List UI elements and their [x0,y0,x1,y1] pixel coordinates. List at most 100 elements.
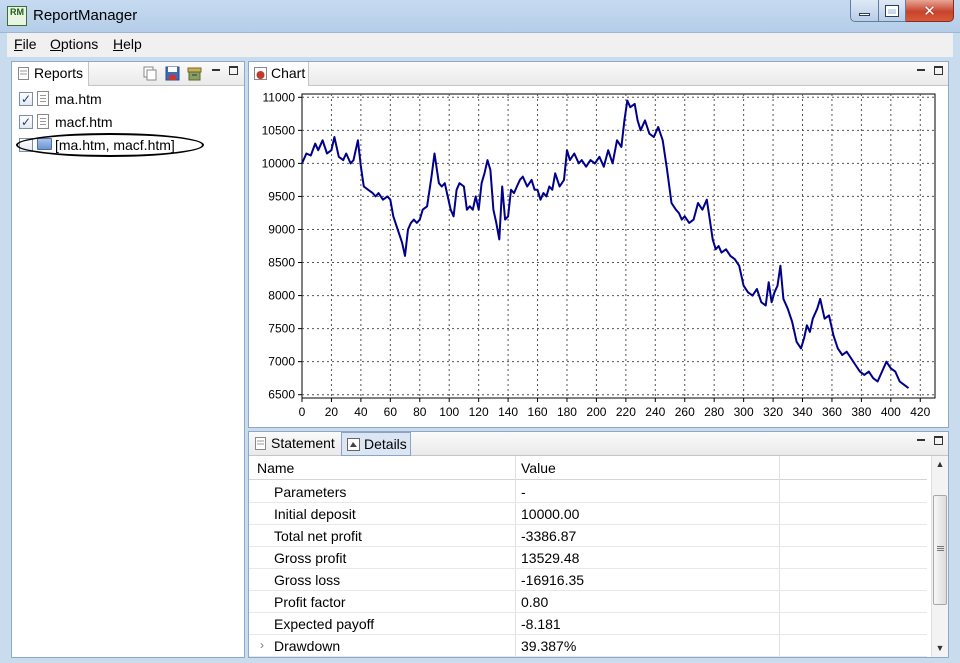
column-header-value[interactable]: Value [521,460,556,476]
equity-chart: 0 20 40 60 80 100 120 140 160 180 200 220 240 260 280 3… [262,90,936,419]
x-tick-label: 420 [910,405,930,419]
scroll-down-icon[interactable]: ▼ [932,640,948,657]
column-header-name[interactable]: Name [257,460,294,476]
chart-tab-icon [254,67,267,80]
y-tick-label: 6500 [268,388,295,402]
copy-icon[interactable] [143,66,158,81]
tab-statement[interactable]: Statement [249,432,341,456]
row-name: Expected payoff [274,616,375,632]
menu-help[interactable]: Help [113,36,142,52]
x-tick-label: 220 [616,405,636,419]
table-header: Name Value [249,456,927,480]
x-tick-label: 200 [586,405,606,419]
menu-file[interactable]: File [14,36,37,52]
reports-tab-icon [18,67,29,80]
table-row[interactable]: Expected payoff -8.181 [249,613,927,635]
x-tick-label: 320 [763,405,783,419]
chart-panel-header: Chart [249,62,948,86]
maximize-icon [885,4,899,17]
report-checkbox-macf[interactable]: ✓ [19,115,33,129]
row-value: -3386.87 [521,528,577,544]
document-icon [37,91,49,106]
table-row[interactable]: Parameters - [249,481,927,503]
x-tick-label: 60 [384,405,398,419]
report-item-ma[interactable]: ✓ ma.htm [12,89,242,111]
close-icon: ✕ [923,2,936,20]
x-tick-label: 180 [557,405,577,419]
menu-options[interactable]: Options [50,36,98,52]
details-maximize-button[interactable] [934,436,943,445]
row-name: Gross profit [274,550,347,566]
tab-reports-label: Reports [34,65,84,81]
tab-statement-label: Statement [271,435,335,451]
row-name: Initial deposit [274,506,356,522]
x-tick-label: 80 [413,405,427,419]
tab-reports[interactable]: Reports [12,62,89,86]
x-tick-label: 360 [822,405,842,419]
vertical-scrollbar[interactable]: ▲ ▼ [931,456,948,657]
archive-icon[interactable] [187,66,202,81]
reports-maximize-button[interactable] [229,66,238,75]
row-value: 10000.00 [521,506,580,522]
details-panel: Statement Details Name Value Parameters … [248,431,949,658]
row-value: 0.80 [521,594,549,610]
minimize-button[interactable] [850,0,879,22]
x-tick-label: 120 [469,405,489,419]
tab-details-label: Details [364,436,407,452]
table-row[interactable]: Profit factor 0.80 [249,591,927,613]
y-tick-label: 8500 [268,256,295,270]
y-tick-label: 7000 [268,355,295,369]
x-tick-label: 0 [299,405,306,419]
grip-icon [937,546,944,547]
expand-chevron-icon[interactable]: › [260,638,264,652]
reports-panel-header: Reports [12,62,244,86]
table-row[interactable]: Gross loss -16916.35 [249,569,927,591]
maximize-button[interactable] [879,0,906,22]
table-row[interactable]: Initial deposit 10000.00 [249,503,927,525]
x-tick-label: 100 [439,405,459,419]
details-minimize-button[interactable] [916,436,926,446]
save-icon[interactable] [165,66,180,81]
row-name: Parameters [274,484,347,500]
x-tick-label: 20 [325,405,339,419]
window-controls: ✕ [850,0,954,22]
x-tick-label: 160 [528,405,548,419]
chart-maximize-button[interactable] [934,66,943,75]
tab-details[interactable]: Details [341,432,411,456]
window-title: ReportManager [33,7,138,24]
y-tick-label: 10500 [262,123,296,137]
details-tab-icon [347,438,360,451]
table-row[interactable]: Total net profit -3386.87 [249,525,927,547]
y-tick-label: 11000 [263,90,296,104]
report-label-macf: macf.htm [55,114,113,130]
row-name: Gross loss [274,572,341,588]
tab-chart[interactable]: Chart [249,62,309,86]
x-tick-label: 380 [851,405,871,419]
x-tick-label: 300 [734,405,754,419]
chart-area: 0 20 40 60 80 100 120 140 160 180 200 220 240 260 280 3… [249,86,948,427]
scrollbar-thumb[interactable] [933,495,947,605]
x-tick-label: 140 [498,405,518,419]
highlight-ellipse [16,133,204,157]
row-value: 39.387% [521,638,577,654]
app-icon: RM [7,6,27,26]
report-item-macf[interactable]: ✓ macf.htm [12,112,242,134]
reports-minimize-button[interactable] [211,66,221,76]
x-tick-label: 400 [881,405,901,419]
table-row[interactable]: Gross profit 13529.48 [249,547,927,569]
table-row[interactable]: › Drawdown 39.387% [249,635,927,657]
y-tick-label: 9000 [268,222,295,236]
y-tick-label: 10000 [262,156,296,170]
y-tick-label: 8000 [268,289,295,303]
chart-minimize-button[interactable] [916,66,926,76]
close-button[interactable]: ✕ [906,0,954,22]
document-icon [37,114,49,129]
scroll-up-icon[interactable]: ▲ [932,456,948,473]
report-checkbox-ma[interactable]: ✓ [19,92,33,106]
tab-chart-label: Chart [271,65,306,81]
details-panel-header: Statement Details [249,432,948,456]
reports-panel: Reports ✓ ma.htm ✓ macf.htm [ma.htm, mac… [11,61,245,658]
x-tick-label: 340 [792,405,812,419]
title-bar: RM ReportManager ✕ [0,0,960,33]
row-value: - [521,484,526,500]
